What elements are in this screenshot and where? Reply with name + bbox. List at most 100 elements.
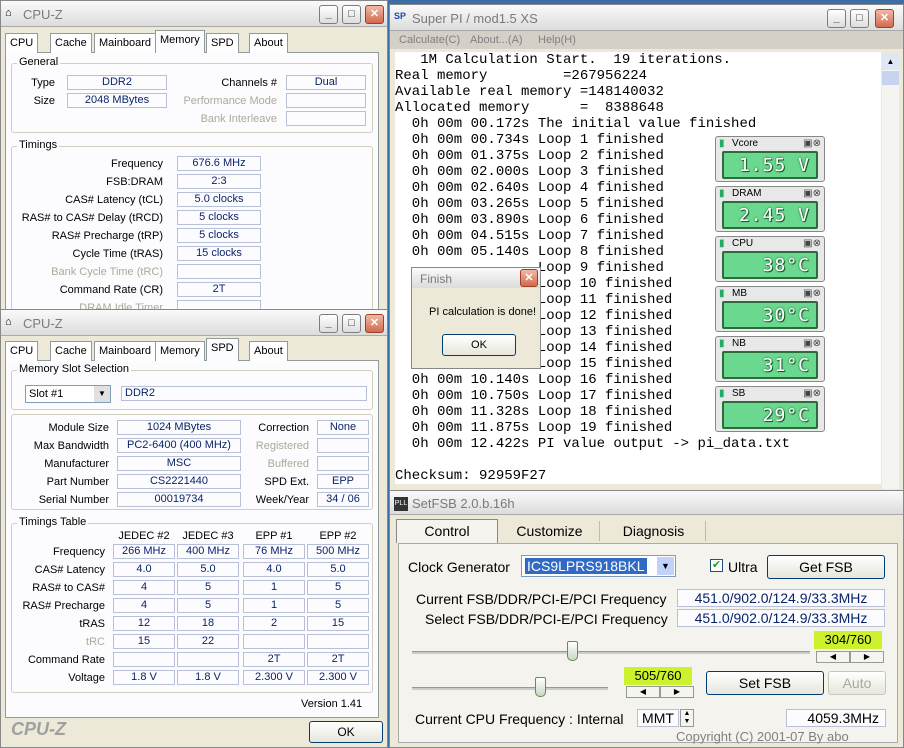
table-cell: 4 bbox=[113, 580, 175, 595]
maximize-button[interactable]: □ bbox=[850, 9, 869, 28]
tab-cpu[interactable]: CPU bbox=[5, 33, 39, 53]
part-number-value: CS2221440 bbox=[117, 474, 241, 489]
bank-interleave-value bbox=[286, 111, 366, 126]
minimize-button[interactable]: _ bbox=[319, 5, 338, 24]
chevron-down-icon[interactable]: ▼ bbox=[94, 386, 110, 402]
menu-about[interactable]: About...(A) bbox=[470, 34, 523, 46]
title-bar[interactable]: ⌂ CPU-Z _ □ ✕ bbox=[1, 1, 387, 27]
close-button[interactable]: ✕ bbox=[365, 5, 384, 24]
tab-memory[interactable]: Memory bbox=[155, 30, 205, 53]
console-line: Real memory =267956224 bbox=[395, 68, 648, 84]
lcd-display: 30°C bbox=[722, 301, 818, 329]
monitor-value: 31°C bbox=[762, 355, 810, 376]
minimize-button[interactable]: _ bbox=[827, 9, 846, 28]
table-cell bbox=[177, 652, 239, 667]
set-fsb-button[interactable]: Set FSB bbox=[706, 671, 824, 695]
tab-spd[interactable]: SPD bbox=[206, 338, 239, 361]
tab-spd[interactable]: SPD bbox=[206, 33, 239, 53]
maximize-button[interactable]: □ bbox=[342, 314, 361, 333]
table-cell: 4.0 bbox=[243, 562, 305, 577]
pcie-slider-down-button[interactable]: ◀ bbox=[626, 686, 660, 698]
menu-help[interactable]: Help(H) bbox=[538, 34, 576, 46]
monitor-label: MB bbox=[732, 288, 747, 299]
table-cell: 1.8 V bbox=[177, 670, 239, 685]
tab-memory[interactable]: Memory bbox=[155, 341, 205, 361]
table-cell: 2T bbox=[307, 652, 369, 667]
finish-ok-button[interactable]: OK bbox=[442, 334, 516, 356]
tab-about[interactable]: About bbox=[249, 341, 288, 361]
timing-value: 15 clocks bbox=[177, 246, 261, 261]
close-icon[interactable]: ▣⊗ bbox=[803, 238, 821, 249]
table-cell: 1 bbox=[243, 580, 305, 595]
auto-button[interactable]: Auto bbox=[828, 671, 886, 695]
correction-label: Correction bbox=[258, 422, 309, 434]
performance-mode-value bbox=[286, 93, 366, 108]
table-cell: 76 MHz bbox=[243, 544, 305, 559]
minimize-button[interactable]: _ bbox=[319, 314, 338, 333]
window-title: CPU-Z bbox=[23, 316, 63, 331]
lcd-display: 1.55 V bbox=[722, 151, 818, 179]
tab-mainboard[interactable]: Mainboard bbox=[94, 33, 156, 53]
pcie-slider-up-button[interactable]: ▶ bbox=[660, 686, 694, 698]
tab-cpu[interactable]: CPU bbox=[5, 341, 39, 361]
close-icon[interactable]: ▣⊗ bbox=[803, 138, 821, 149]
table-cell: 22 bbox=[177, 634, 239, 649]
close-icon[interactable]: ▣⊗ bbox=[803, 338, 821, 349]
slider-thumb[interactable] bbox=[567, 641, 578, 661]
fsb-slider-down-button[interactable]: ◀ bbox=[816, 651, 850, 663]
timing-label: RAS# Precharge (tRP) bbox=[51, 230, 163, 242]
scrollbar[interactable]: ▲ bbox=[882, 53, 899, 489]
monitor-label: DRAM bbox=[732, 188, 762, 199]
table-row-label: CAS# Latency bbox=[34, 564, 105, 576]
monitor-value: 29°C bbox=[762, 405, 810, 426]
fsb-slider-up-button[interactable]: ▶ bbox=[850, 651, 884, 663]
title-bar[interactable]: SP Super PI / mod1.5 XS _ □ ✕ bbox=[390, 5, 903, 31]
menu-bar: Calculate(C) About...(A) Help(H) bbox=[390, 31, 903, 49]
close-button[interactable]: ✕ bbox=[875, 9, 894, 28]
tab-control[interactable]: Control bbox=[396, 519, 498, 543]
chevron-down-icon[interactable]: ▼ bbox=[657, 557, 674, 575]
close-icon[interactable]: ▣⊗ bbox=[803, 388, 821, 399]
timing-label: RAS# to CAS# Delay (tRCD) bbox=[21, 212, 163, 224]
title-bar[interactable]: PLL SetFSB 2.0.b.16h bbox=[390, 491, 903, 515]
ultra-checkbox[interactable]: ✔ bbox=[710, 559, 723, 572]
scroll-up-button[interactable]: ▲ bbox=[882, 53, 899, 70]
mmt-spinner[interactable]: ▲ ▼ bbox=[680, 709, 694, 727]
finish-close-button[interactable]: ✕ bbox=[520, 269, 538, 287]
tab-diagnosis[interactable]: Diagnosis bbox=[602, 521, 706, 541]
tab-cache[interactable]: Cache bbox=[50, 341, 92, 361]
ok-button[interactable]: OK bbox=[309, 721, 383, 743]
buffered-label: Buffered bbox=[267, 458, 309, 470]
close-icon[interactable]: ▣⊗ bbox=[803, 188, 821, 199]
title-bar[interactable]: ⌂ CPU-Z _ □ ✕ bbox=[1, 310, 387, 336]
thermometer-icon: ▮ bbox=[719, 288, 725, 299]
table-cell: 5 bbox=[177, 580, 239, 595]
get-fsb-button[interactable]: Get FSB bbox=[767, 555, 885, 579]
table-cell: 5.0 bbox=[307, 562, 369, 577]
tab-customize[interactable]: Customize bbox=[500, 521, 600, 541]
close-icon[interactable]: ▣⊗ bbox=[803, 288, 821, 299]
table-cell: 15 bbox=[113, 634, 175, 649]
thermometer-icon: ▮ bbox=[719, 138, 725, 149]
close-button[interactable]: ✕ bbox=[365, 314, 384, 333]
pcie-slider[interactable] bbox=[412, 675, 608, 699]
thermometer-icon: ▮ bbox=[719, 238, 725, 249]
scroll-thumb[interactable] bbox=[882, 71, 899, 85]
tab-cache[interactable]: Cache bbox=[50, 33, 92, 53]
clock-generator-select[interactable]: ICS9LPRS918BKL ▼ bbox=[521, 555, 676, 577]
fsb-slider[interactable] bbox=[412, 639, 810, 663]
slot-select[interactable]: Slot #1 ▼ bbox=[25, 385, 111, 403]
tab-about[interactable]: About bbox=[249, 33, 288, 53]
table-row-label: tRC bbox=[86, 636, 105, 648]
slider-track bbox=[412, 687, 608, 690]
maximize-button[interactable]: □ bbox=[342, 5, 361, 24]
table-cell: 1.8 V bbox=[113, 670, 175, 685]
menu-calculate[interactable]: Calculate(C) bbox=[399, 34, 460, 46]
registered-value bbox=[317, 438, 369, 453]
finish-title-bar[interactable]: Finish ✕ bbox=[412, 268, 540, 288]
tab-mainboard[interactable]: Mainboard bbox=[94, 341, 156, 361]
table-cell bbox=[243, 634, 305, 649]
slider-thumb[interactable] bbox=[535, 677, 546, 697]
registered-label: Registered bbox=[255, 440, 309, 452]
select-frequency-value: 451.0/902.0/124.9/33.3MHz bbox=[677, 609, 885, 627]
